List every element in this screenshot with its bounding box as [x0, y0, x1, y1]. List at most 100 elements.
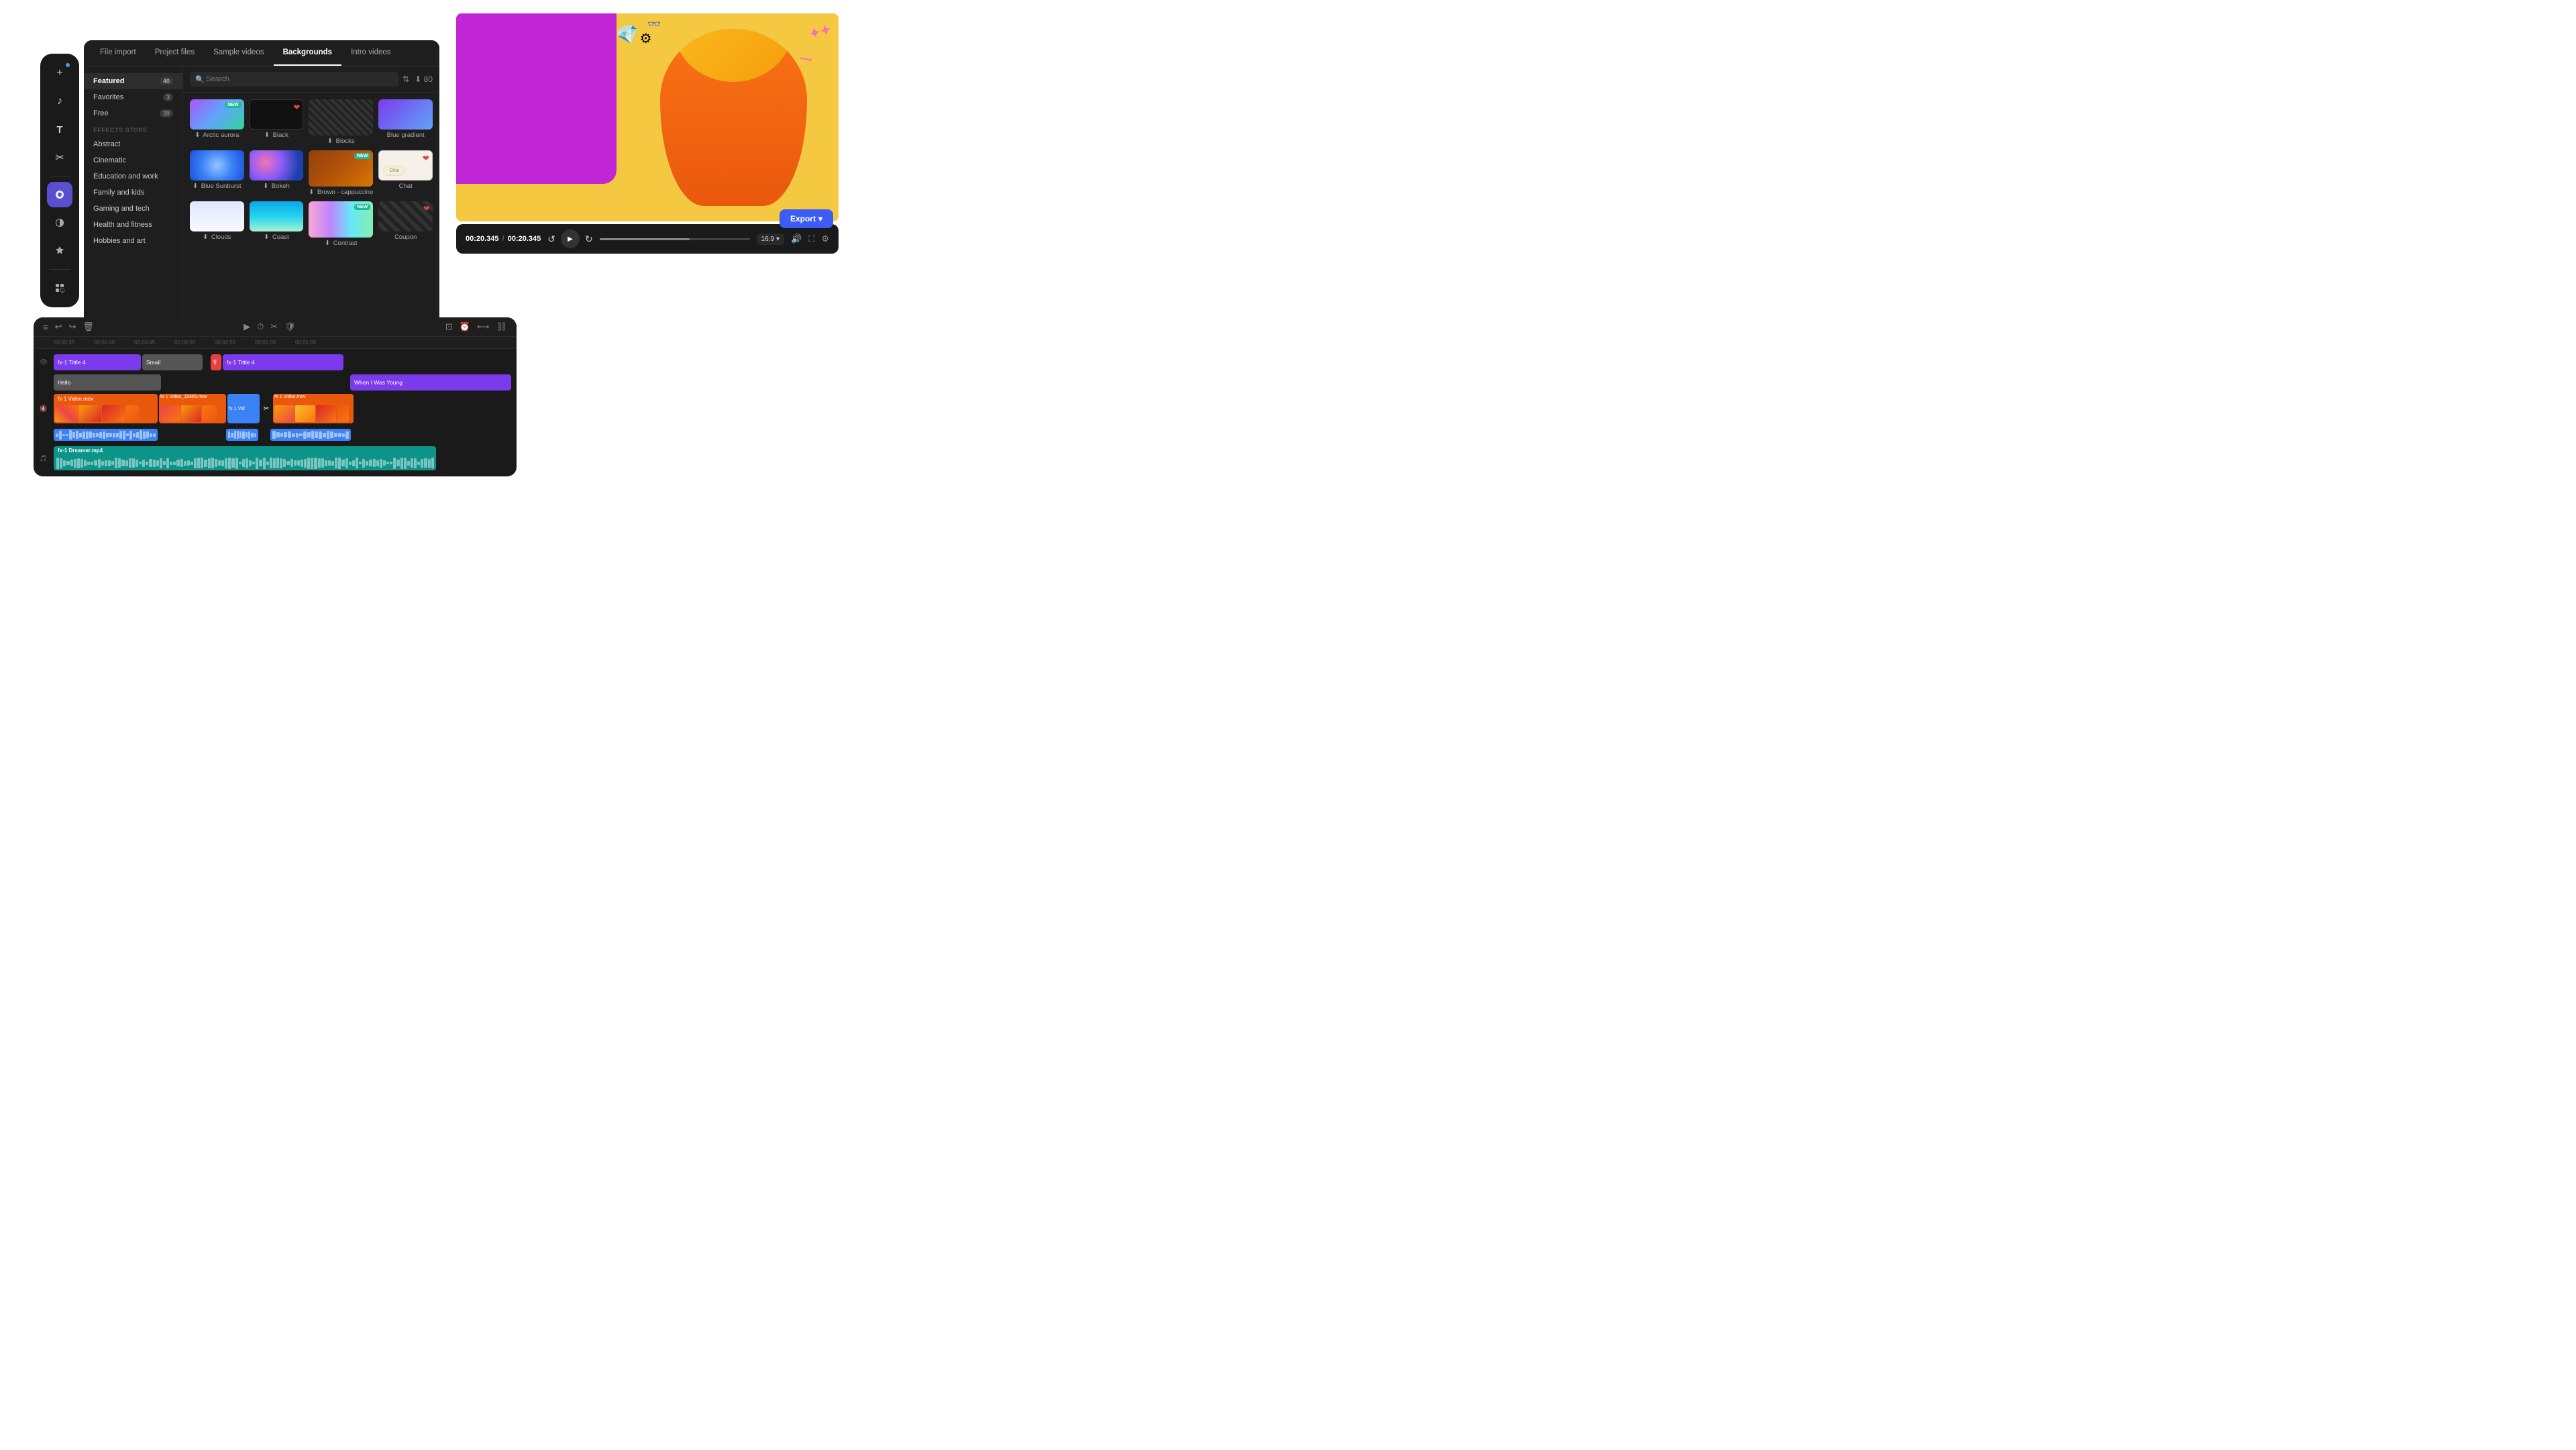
settings-button[interactable]: ⚙	[821, 234, 829, 244]
dreamer-clip[interactable]: fx·1 Dreamer.mp4 for(let i=0;i<110;i++){…	[54, 446, 436, 470]
dreamer-waveform: for(let i=0;i<110;i++){let h=Math.floor(…	[54, 456, 436, 470]
sidebar-item-cinematic[interactable]: Cinematic	[84, 152, 182, 168]
audio-track-1: for(let i=0;i<30;i++){document.write('<d…	[34, 425, 517, 444]
audio-icon[interactable]: 🎵	[40, 455, 47, 462]
sidebar-item-featured[interactable]: Featured 40	[84, 73, 182, 89]
sort-icon[interactable]: ⇅	[402, 74, 409, 84]
grid-button[interactable]: +	[47, 275, 72, 301]
clock-button[interactable]: ⏰	[460, 321, 470, 332]
title-clip-emoji[interactable]: 🎖	[211, 354, 221, 370]
text-button[interactable]: T	[47, 117, 72, 142]
volume-button[interactable]: 🔊	[791, 234, 802, 244]
sidebar-item-hobbies[interactable]: Hobbies and art	[84, 233, 182, 249]
crop-button[interactable]: ⊡	[445, 321, 453, 332]
sidebar-item-abstract[interactable]: Abstract	[84, 136, 182, 152]
undo-button[interactable]: ↩	[55, 321, 62, 332]
bg-item-black[interactable]: ❤ ⬇ Black	[250, 99, 304, 145]
backgrounds-content: 🔍 ⇅ ⬇ 80 NEW ⬇ Arctic aurora	[183, 66, 439, 360]
shield-button[interactable]: 🛡	[284, 321, 296, 332]
bg-item-bokeh[interactable]: ⬇ Bokeh	[250, 150, 304, 196]
search-input[interactable]	[190, 72, 398, 87]
new-badge-brown: NEW	[354, 153, 370, 159]
tab-file-import[interactable]: File import	[91, 40, 146, 66]
play-timeline-button[interactable]: ▶	[244, 321, 250, 332]
bg-item-contrast[interactable]: NEW ⬇ Contrast	[309, 201, 373, 247]
tab-sample-videos[interactable]: Sample videos	[204, 40, 273, 66]
title-track: 👁 fx·1 Tittle 4 Smail 🎖 fx·1 Tittle 4	[34, 353, 517, 372]
timeline-tracks: 👁 fx·1 Tittle 4 Smail 🎖 fx·1 Tittle 4	[34, 349, 517, 476]
filter-button[interactable]	[47, 210, 72, 236]
sidebar-item-family[interactable]: Family and kids	[84, 185, 182, 201]
audio-off-icon[interactable]: 🔇	[40, 405, 47, 413]
new-badge: NEW	[225, 102, 241, 108]
sidebar-item-health[interactable]: Health and fitness	[84, 217, 182, 233]
bg-label-blue-sunburst: ⬇ Blue Sunburst	[190, 183, 244, 190]
bg-item-blue-sunburst[interactable]: ⬇ Blue Sunburst	[190, 150, 244, 196]
bg-item-blocks[interactable]: ⬇ Blocks	[309, 99, 373, 145]
fullscreen-button[interactable]: ⛶	[808, 234, 814, 244]
redo-button[interactable]: ↪	[69, 321, 76, 332]
backgrounds-grid: NEW ⬇ Arctic aurora ❤ ⬇ Black ⬇ Blocks	[183, 93, 439, 254]
category-sidebar: Featured 40 Favorites 3 Free 39 EFFECTS …	[84, 66, 183, 360]
sidebar-item-education[interactable]: Education and work	[84, 168, 182, 185]
link-button[interactable]: ⛓	[496, 321, 508, 332]
music-button[interactable]: ♪	[47, 89, 72, 114]
hello-label: Hello	[58, 379, 70, 386]
rewind-button[interactable]: ↺	[547, 234, 555, 245]
cut-button[interactable]: ✂	[270, 321, 278, 332]
tab-backgrounds[interactable]: Backgrounds	[274, 40, 342, 66]
bg-item-brown[interactable]: NEW ⬇ Brown - cappuccino	[309, 150, 373, 196]
video-clip-4[interactable]: fx·1 Video.mov	[273, 394, 354, 423]
tab-project-files[interactable]: Project files	[146, 40, 204, 66]
eye-icon[interactable]: 👁	[40, 359, 48, 366]
dreamer-label: fx·1 Dreamer.mp4	[58, 448, 103, 454]
play-button[interactable]: ▶	[561, 229, 580, 248]
video-clip-3[interactable]: fx·1 Vid	[227, 394, 260, 423]
bg-item-clouds[interactable]: ⬇ Clouds	[190, 201, 244, 247]
filter-icon	[54, 217, 65, 228]
bg-item-coast[interactable]: ⬇ Coast	[250, 201, 304, 247]
sidebar-item-favorites[interactable]: Favorites 3	[84, 89, 182, 105]
player-progress-bar[interactable]	[600, 238, 750, 240]
export-button[interactable]: Export ▾	[780, 209, 833, 228]
title-clip-1[interactable]: fx·1 Tittle 4	[54, 354, 141, 370]
forward-button[interactable]: ↻	[585, 234, 593, 245]
sidebar-item-free[interactable]: Free 39	[84, 105, 182, 121]
bg-item-coupon[interactable]: ❤ Coupon	[378, 201, 433, 247]
subtitle-clip-hello[interactable]: Hello	[54, 374, 161, 391]
bg-label-brown: ⬇ Brown - cappuccino	[309, 189, 373, 196]
title-track-controls: 👁	[34, 359, 54, 366]
trim-button[interactable]: ✂	[47, 145, 72, 170]
title-clip-2[interactable]: fx·1 Tittle 4	[223, 354, 343, 370]
video-clip-1[interactable]: fx·1 Video.mov	[54, 394, 158, 423]
tab-intro-videos[interactable]: Intro videos	[341, 40, 400, 66]
family-label: Family and kids	[93, 189, 144, 197]
bg-item-chat[interactable]: ❤ Chat Chat	[378, 150, 433, 196]
audio-sync-button[interactable]: ⟷	[477, 321, 490, 332]
audio-wave-2[interactable]: for(let i=0;i<10;i++){document.write('<d…	[226, 429, 258, 441]
aspect-ratio-selector[interactable]: 16:9 ▾	[757, 234, 785, 245]
free-label: Free	[93, 109, 109, 117]
audio-wave-3[interactable]: for(let i=0;i<20;i++){document.write('<d…	[270, 429, 351, 441]
timer-button[interactable]: ⏱	[257, 321, 264, 332]
download-icon[interactable]: ⬇ 80	[415, 74, 433, 84]
video-clip-2[interactable]: fx·1 Video_15666.mov	[159, 394, 226, 423]
svg-text:+: +	[62, 291, 64, 294]
sticker-button[interactable]	[47, 238, 72, 264]
subtitle-track-area: Hello When I Was Young	[54, 374, 517, 391]
title-clip-smail[interactable]: Smail	[142, 354, 203, 370]
bg-item-blue-gradient[interactable]: Blue gradient	[378, 99, 433, 145]
subtitle-clip-when[interactable]: When I Was Young	[350, 374, 511, 391]
bg-item-arctic-aurora[interactable]: NEW ⬇ Arctic aurora	[190, 99, 244, 145]
add-button[interactable]: +	[47, 60, 72, 86]
delete-button[interactable]: 🗑	[83, 321, 94, 332]
ruler-mark-0: 00:00:35	[54, 340, 94, 346]
sidebar-item-gaming[interactable]: Gaming and tech	[84, 201, 182, 217]
fx-label: fx·1 Tittle 4	[58, 359, 86, 366]
favorites-label: Favorites	[93, 93, 123, 101]
audio-wave-1[interactable]: for(let i=0;i<30;i++){document.write('<d…	[54, 429, 158, 441]
effects-button[interactable]	[47, 182, 72, 207]
filter-tracks-button[interactable]: ≡	[43, 322, 48, 332]
video-track-area: fx·1 Video.mov fx·1 Video_15666.mov	[54, 394, 517, 423]
video-track-controls: 🔇	[34, 405, 54, 413]
